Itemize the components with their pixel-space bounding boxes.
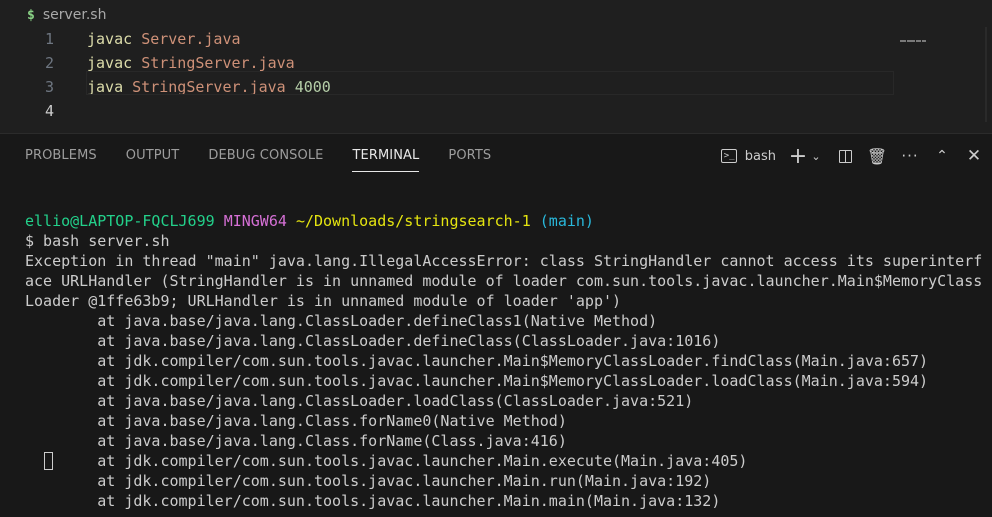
split-terminal-button[interactable] xyxy=(834,144,856,168)
code-command: javac xyxy=(87,30,133,48)
terminal-line: Loader @1ffe63b9; URLHandler is in unnam… xyxy=(25,292,622,310)
line-number: 2 xyxy=(44,54,54,72)
tab-debug-console[interactable]: DEBUG CONSOLE xyxy=(208,134,323,178)
code-line-current[interactable]: 4 xyxy=(0,99,992,123)
chevron-up-icon: ⌃ xyxy=(936,148,948,164)
line-number: 3 xyxy=(44,78,54,96)
terminal-cursor xyxy=(44,452,53,470)
terminal-line: ace URLHandler (StringHandler is in unna… xyxy=(25,272,983,290)
panel-tabs: PROBLEMS OUTPUT DEBUG CONSOLE TERMINAL P… xyxy=(0,134,491,178)
terminal-line: at jdk.compiler/com.sun.tools.javac.laun… xyxy=(25,472,712,490)
terminal-line: at java.base/java.lang.Class.forName(Cla… xyxy=(25,432,567,450)
new-terminal-button[interactable]: + xyxy=(788,143,808,169)
breadcrumb[interactable]: $ server.sh xyxy=(27,5,106,25)
terminal-name: bash xyxy=(744,148,776,164)
terminal-line: at java.base/java.lang.ClassLoader.loadC… xyxy=(25,392,694,410)
tab-terminal[interactable]: TERMINAL xyxy=(352,134,420,178)
terminal-line: at jdk.compiler/com.sun.tools.javac.laun… xyxy=(25,372,929,390)
terminal-line: at jdk.compiler/com.sun.tools.javac.laun… xyxy=(25,352,929,370)
prompt-branch: (main) xyxy=(539,212,594,230)
kill-terminal-button[interactable]: 🗑︎ xyxy=(866,144,888,168)
terminal-command: $ bash server.sh xyxy=(25,232,170,250)
tab-problems[interactable]: PROBLEMS xyxy=(25,134,97,178)
current-line-highlight xyxy=(86,71,894,95)
code-argument: Server.java xyxy=(141,30,241,48)
tab-ports[interactable]: PORTS xyxy=(448,134,491,178)
code-argument: StringServer.java xyxy=(141,54,295,72)
editor-scrollbar[interactable] xyxy=(985,27,987,122)
terminal-prompt: ellio@LAPTOP-FQCLJ699 MINGW64 ~/Download… xyxy=(25,211,594,231)
chevron-down-icon: ⌄ xyxy=(811,149,821,163)
terminal-icon: >_ xyxy=(720,149,737,163)
line-number: 4 xyxy=(44,102,54,120)
terminal-line: at java.base/java.lang.ClassLoader.defin… xyxy=(25,312,658,330)
shell-file-icon: $ xyxy=(27,7,35,23)
code-line[interactable]: 1 javac Server.java xyxy=(0,27,992,51)
terminal-line: at jdk.compiler/com.sun.tools.javac.laun… xyxy=(25,452,748,470)
maximize-panel-button[interactable]: ⌃ xyxy=(930,144,954,168)
terminal-profile-dropdown[interactable]: ⌄ xyxy=(808,144,824,168)
editor: $ server.sh 1 javac Server.java 2 javac … xyxy=(0,0,992,133)
prompt-user: ellio@LAPTOP-FQCLJ699 xyxy=(25,212,215,230)
bottom-panel: PROBLEMS OUTPUT DEBUG CONSOLE TERMINAL P… xyxy=(0,133,992,517)
breadcrumb-file-name[interactable]: server.sh xyxy=(43,7,107,23)
trash-icon: 🗑︎ xyxy=(866,146,888,166)
tab-output[interactable]: OUTPUT xyxy=(126,134,180,178)
terminal-line: Exception in thread "main" java.lang.Ill… xyxy=(25,252,983,270)
line-number: 1 xyxy=(44,30,54,48)
close-icon: ✕ xyxy=(966,146,982,166)
panel-actions: >_ bash + ⌄ 🗑︎ ··· ⌃ ✕ xyxy=(720,134,992,178)
terminal-selector[interactable]: >_ bash xyxy=(720,144,776,168)
more-icon: ··· xyxy=(901,147,919,165)
split-icon xyxy=(838,149,852,163)
code-text[interactable]: javac Server.java xyxy=(87,27,241,51)
terminal-line: at java.base/java.lang.Class.forName0(Na… xyxy=(25,412,567,430)
code-command: javac xyxy=(87,54,133,72)
terminal-line: at java.base/java.lang.ClassLoader.defin… xyxy=(25,332,721,350)
prompt-env: MINGW64 xyxy=(223,212,287,230)
plus-icon: + xyxy=(788,143,808,169)
terminal-line: at jdk.compiler/com.sun.tools.javac.laun… xyxy=(25,492,721,510)
prompt-path: ~/Downloads/stringsearch-1 xyxy=(295,212,531,230)
close-panel-button[interactable]: ✕ xyxy=(962,144,986,168)
more-actions-button[interactable]: ··· xyxy=(898,144,922,168)
